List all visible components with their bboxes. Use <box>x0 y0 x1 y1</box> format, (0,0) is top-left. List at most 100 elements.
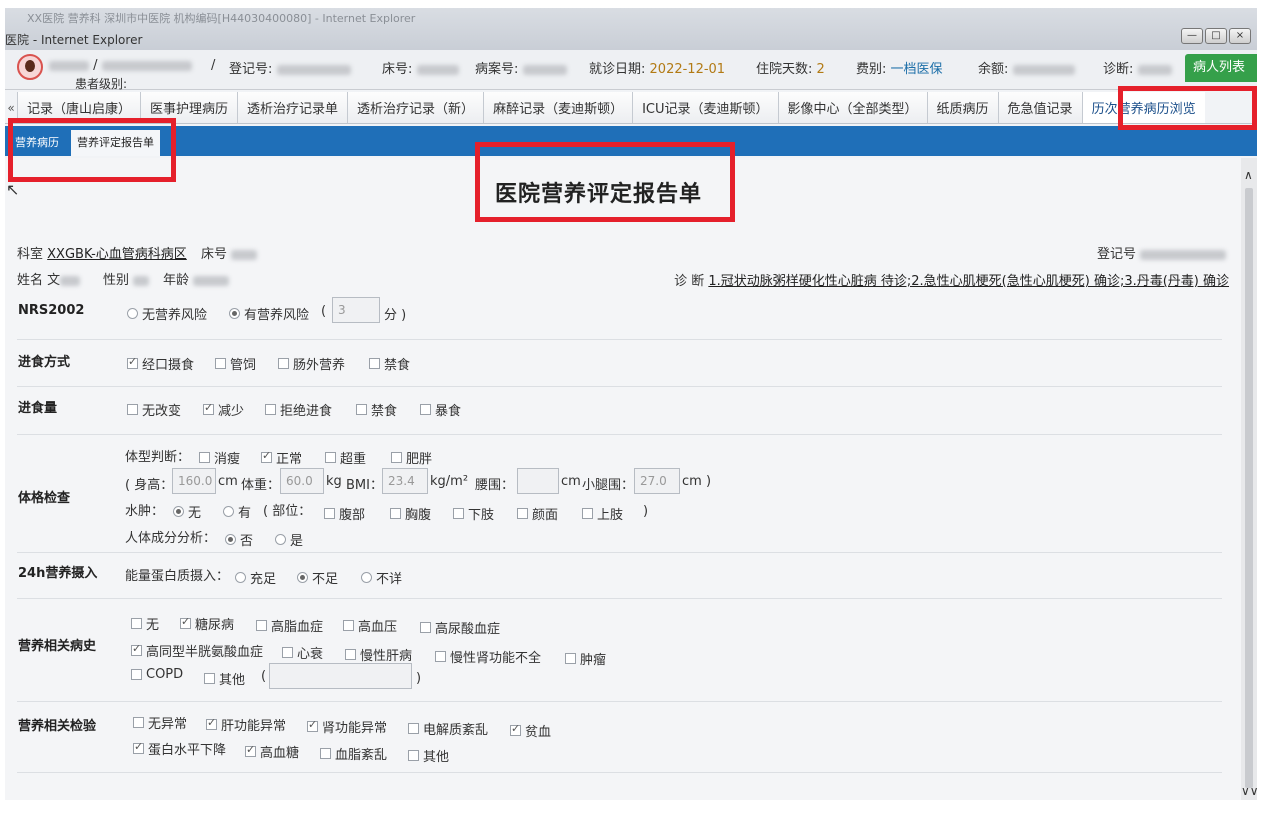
fee-type: 费别: 一档医保 <box>856 62 943 77</box>
test-normal-checkbox[interactable]: 无异常 <box>133 713 187 732</box>
bmi-input[interactable]: 23.4 <box>382 468 428 494</box>
test-anemia-checkbox[interactable]: 贫血 <box>510 721 551 740</box>
tab-anesthesia[interactable]: 麻醉记录（麦迪斯顿） <box>483 92 633 123</box>
history-hyperuricemia-checkbox[interactable]: 高尿酸血症 <box>420 618 500 637</box>
edema-no-radio[interactable]: 无 <box>173 502 201 521</box>
intake-parenteral-checkbox[interactable]: 肠外营养 <box>278 354 345 373</box>
nrs-no-risk-radio[interactable]: 无营养风险 <box>127 304 207 323</box>
test-protein-checkbox[interactable]: 蛋白水平下降 <box>133 739 226 758</box>
edema-yes-radio[interactable]: 有 <box>223 502 251 521</box>
test-electrolyte-checkbox[interactable]: 电解质紊乱 <box>408 719 488 738</box>
patient-sep: / <box>211 58 216 73</box>
history-liver-checkbox[interactable]: 慢性肝病 <box>345 645 412 664</box>
energy-sufficient-radio[interactable]: 充足 <box>235 568 276 587</box>
history-homocysteine-checkbox[interactable]: 高同型半胱氨酸血症 <box>131 641 263 660</box>
body-normal-checkbox[interactable]: 正常 <box>261 448 302 467</box>
intake-method-label: 进食方式 <box>18 355 71 370</box>
intake-oral-checkbox[interactable]: 经口摄食 <box>127 354 194 373</box>
intake24-label: 24h营养摄入 <box>18 566 98 581</box>
history-renal-checkbox[interactable]: 慢性肾功能不全 <box>435 647 541 666</box>
dept-field: 科室 XXGBK-心血管病科病区 <box>17 247 187 262</box>
energy-unknown-radio[interactable]: 不详 <box>361 568 402 587</box>
age-field: 年龄 <box>163 269 230 288</box>
body-thin-checkbox[interactable]: 消瘦 <box>199 448 240 467</box>
patient-list-button[interactable]: 病人列表 <box>1185 54 1257 82</box>
patient-name-blurred: / <box>49 58 192 73</box>
history-hyperlipidemia-checkbox[interactable]: 高脂血症 <box>256 616 323 635</box>
composition-label: 人体成分分析： <box>125 531 217 546</box>
bmi-label: BMI： <box>346 478 383 493</box>
divider <box>17 434 1222 435</box>
test-lipid-checkbox[interactable]: 血脂紊乱 <box>320 744 387 763</box>
test-other-checkbox[interactable]: 其他 <box>408 746 449 765</box>
tab-imaging[interactable]: 影像中心（全部类型） <box>777 92 927 123</box>
scroll-thumb[interactable] <box>1245 188 1253 788</box>
body-overweight-checkbox[interactable]: 超重 <box>325 448 366 467</box>
nrs2002-label: NRS2002 <box>18 303 85 318</box>
history-other-checkbox[interactable]: 其他 <box>204 669 245 688</box>
weight-input[interactable]: 60.0 <box>280 468 324 494</box>
waist-label: 腰围： <box>475 478 515 493</box>
site-face-checkbox[interactable]: 颜面 <box>517 504 558 523</box>
amount-refuse-checkbox[interactable]: 拒绝进食 <box>265 400 332 419</box>
divider <box>17 339 1222 340</box>
amount-fasting-checkbox[interactable]: 禁食 <box>356 400 397 419</box>
tab-icu[interactable]: ICU记录（麦迪斯顿） <box>632 92 778 123</box>
close-button[interactable]: × <box>1229 28 1251 44</box>
scroll-up-icon[interactable]: ∧ <box>1244 168 1253 182</box>
site-chest-checkbox[interactable]: 胸腹 <box>390 504 431 523</box>
site-lowerlimb-checkbox[interactable]: 下肢 <box>453 504 494 523</box>
body-obese-checkbox[interactable]: 肥胖 <box>391 448 432 467</box>
history-copd-checkbox[interactable]: COPD <box>131 667 183 682</box>
minimize-button[interactable]: — <box>1181 28 1203 44</box>
history-tumor-checkbox[interactable]: 肿瘤 <box>565 649 606 668</box>
amount-nochange-checkbox[interactable]: 无改变 <box>127 400 181 419</box>
site-abdomen-checkbox[interactable]: 腹部 <box>324 504 365 523</box>
calf-input[interactable]: 27.0 <box>634 468 680 494</box>
name-field: 姓名 文 <box>17 269 81 288</box>
patient-level-label: 患者级别: <box>75 77 128 91</box>
amount-reduced-checkbox[interactable]: 减少 <box>203 400 244 419</box>
tab-dialysis-new[interactable]: 透析治疗记录（新） <box>347 92 484 123</box>
site-upperlimb-checkbox[interactable]: 上肢 <box>582 504 623 523</box>
test-liver-checkbox[interactable]: 肝功能异常 <box>206 715 286 734</box>
tab-dialysis-sheet[interactable]: 透析治疗记录单 <box>237 92 348 123</box>
waist-input[interactable] <box>517 468 559 494</box>
ghost-window-title: XX医院 营养科 深圳市中医院 机构编码[H44030400080] - Int… <box>27 12 416 25</box>
visit-date: 就诊日期: 2022-12-01 <box>589 62 726 77</box>
history-diabetes-checkbox[interactable]: 糖尿病 <box>180 614 234 633</box>
tab-paper-record[interactable]: 纸质病历 <box>926 92 998 123</box>
patient-avatar <box>17 54 43 80</box>
edema-site-label: ( 部位： <box>263 504 312 519</box>
tab-critical-value[interactable]: 危急值记录 <box>997 92 1082 123</box>
highlight-subtabs <box>8 118 176 182</box>
energy-insufficient-radio[interactable]: 不足 <box>297 568 338 587</box>
calf-unit: cm ) <box>682 474 712 489</box>
amount-binge-checkbox[interactable]: 暴食 <box>420 400 461 419</box>
highlight-history-tab <box>1118 86 1257 130</box>
height-label: ( 身高： <box>125 478 174 493</box>
reg-field: 登记号 <box>1097 243 1227 262</box>
test-renal-checkbox[interactable]: 肾功能异常 <box>307 717 387 736</box>
intake-fasting-checkbox[interactable]: 禁食 <box>369 354 410 373</box>
history-none-checkbox[interactable]: 无 <box>131 614 159 633</box>
composition-yes-radio[interactable]: 是 <box>275 530 303 549</box>
energy-intake-label: 能量蛋白质摄入： <box>125 569 230 584</box>
history-heartfailure-checkbox[interactable]: 心衰 <box>282 643 323 662</box>
history-hypertension-checkbox[interactable]: 高血压 <box>343 616 397 635</box>
test-glucose-checkbox[interactable]: 高血糖 <box>245 742 299 761</box>
nrs-score-input[interactable]: 3 <box>332 297 380 323</box>
history-other-close: ) <box>416 671 422 686</box>
site-close: ) <box>643 504 649 519</box>
vertical-scrollbar[interactable]: ∧ ∨∨ <box>1241 158 1257 800</box>
intake-tube-checkbox[interactable]: 管饲 <box>215 354 256 373</box>
physical-exam-label: 体格检查 <box>18 491 71 506</box>
composition-no-radio[interactable]: 否 <box>225 530 253 549</box>
maximize-button[interactable]: □ <box>1205 28 1227 44</box>
height-input[interactable]: 160.0 <box>172 468 216 494</box>
history-other-input[interactable] <box>269 663 412 689</box>
history-other-open: ( <box>261 669 267 684</box>
patient-info-bar: / / 登记号: 床号: 病案号: 就诊日期: 2022-12-01 住院天数:… <box>5 50 1257 91</box>
scroll-down-icon[interactable]: ∨∨ <box>1241 784 1257 798</box>
nrs-risk-radio[interactable]: 有营养风险 <box>229 304 309 323</box>
